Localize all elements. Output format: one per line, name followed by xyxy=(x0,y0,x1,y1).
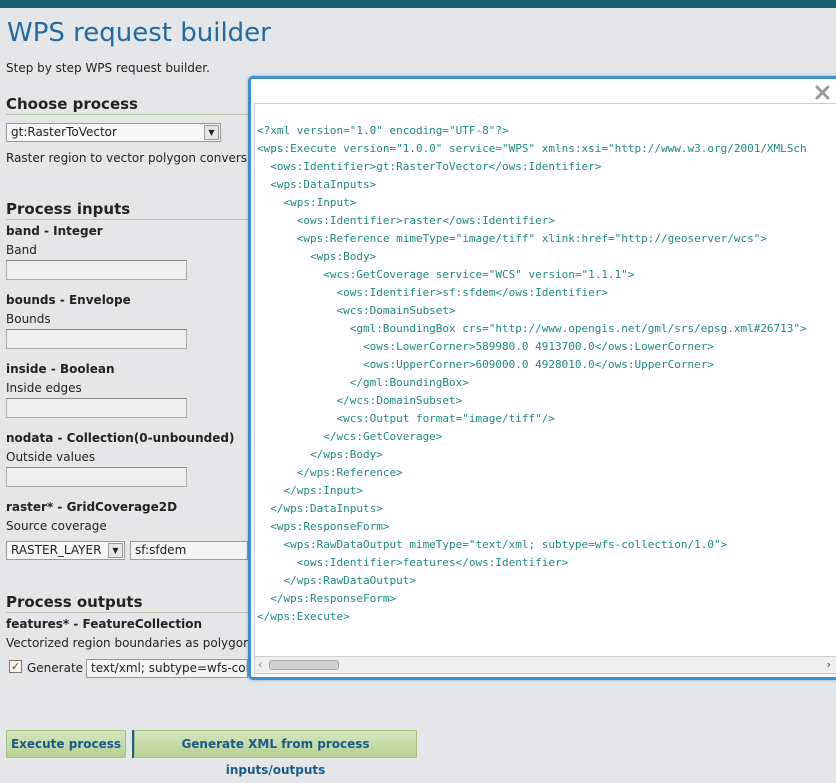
xml-line: </wps:Execute> xyxy=(257,610,350,623)
xml-dialog: <?xml version="1.0" encoding="UTF-8"?> <w… xyxy=(248,76,836,680)
xml-line: <wcs:GetCoverage service="WCS" version="… xyxy=(257,268,635,281)
xml-line: <wps:RawDataOutput mimeType="text/xml; s… xyxy=(257,538,728,551)
nodata-input[interactable] xyxy=(6,467,187,487)
xml-line: <ows:Identifier>gt:RasterToVector</ows:I… xyxy=(257,160,602,173)
xml-line: <wcs:Output format="image/tiff"/> xyxy=(257,412,556,425)
xml-line: <wcs:DomainSubset> xyxy=(257,304,456,317)
output-features-description: Vectorized region boundaries as polygon xyxy=(6,636,251,650)
inside-input[interactable] xyxy=(6,398,187,418)
xml-line: <wps:Reference mimeType="image/tiff" xli… xyxy=(257,232,767,245)
xml-line: <wps:Execute version="1.0.0" service="WP… xyxy=(257,142,807,155)
xml-line: </wps:Body> xyxy=(257,448,383,461)
horizontal-scrollbar[interactable]: ‹ › xyxy=(255,656,836,673)
xml-line: <?xml version="1.0" encoding="UTF-8"?> xyxy=(257,124,509,137)
input-raster-name: raster* - GridCoverage2D xyxy=(6,500,178,514)
process-select-value: gt:RasterToVector xyxy=(11,125,117,139)
output-features-name: features* - FeatureCollection xyxy=(6,617,202,631)
process-select[interactable]: gt:RasterToVector ▼ xyxy=(6,123,221,142)
raster-type-value: RASTER_LAYER xyxy=(11,543,102,557)
xml-code-area[interactable]: <?xml version="1.0" encoding="UTF-8"?> <w… xyxy=(254,103,836,674)
page-title: WPS request builder xyxy=(7,18,271,48)
output-mime-input[interactable]: text/xml; subtype=wfs-collection/1.0 xyxy=(86,659,248,678)
generate-label: Generate xyxy=(27,661,84,675)
chevron-down-icon: ▼ xyxy=(108,543,123,558)
execute-process-button[interactable]: Execute process xyxy=(6,730,126,758)
raster-type-select[interactable]: RASTER_LAYER ▼ xyxy=(6,541,125,560)
band-input[interactable] xyxy=(6,260,187,280)
xml-line: </wps:Reference> xyxy=(257,466,403,479)
xml-line: <gml:BoundingBox crs="http://www.opengis… xyxy=(257,322,807,335)
xml-line: </wps:RawDataOutput> xyxy=(257,574,416,587)
xml-line: <wps:DataInputs> xyxy=(257,178,377,191)
xml-line: <ows:Identifier>features</ows:Identifier… xyxy=(257,556,569,569)
scrollbar-thumb[interactable] xyxy=(269,660,339,670)
xml-line: </wps:Input> xyxy=(257,484,363,497)
close-icon[interactable] xyxy=(815,85,830,100)
xml-line: <wps:Body> xyxy=(257,250,377,263)
input-band-label: Band xyxy=(6,243,37,257)
xml-line: </gml:BoundingBox> xyxy=(257,376,469,389)
bounds-input[interactable] xyxy=(6,329,187,349)
xml-line: </wcs:GetCoverage> xyxy=(257,430,443,443)
generate-checkbox[interactable]: ✓ xyxy=(9,660,22,673)
xml-code: <?xml version="1.0" encoding="UTF-8"?> <w… xyxy=(257,122,807,626)
chevron-right-icon[interactable]: › xyxy=(827,658,831,671)
xml-line: </wps:DataInputs> xyxy=(257,502,383,515)
xml-line: </wcs:DomainSubset> xyxy=(257,394,463,407)
chevron-left-icon[interactable]: ‹ xyxy=(258,658,262,671)
choose-process-heading: Choose process xyxy=(6,95,248,115)
chevron-down-icon: ▼ xyxy=(204,125,219,140)
input-inside-label: Inside edges xyxy=(6,381,82,395)
xml-line: <ows:UpperCorner>609000.0 4928010.0</ows… xyxy=(257,358,714,371)
input-band-name: band - Integer xyxy=(6,224,103,238)
process-inputs-heading: Process inputs xyxy=(6,200,248,220)
input-inside-name: inside - Boolean xyxy=(6,362,115,376)
input-raster-label: Source coverage xyxy=(6,519,107,533)
generate-xml-button[interactable]: Generate XML from process inputs/outputs xyxy=(134,730,417,777)
xml-line: <wps:Input> xyxy=(257,196,357,209)
xml-line: <wps:ResponseForm> xyxy=(257,520,390,533)
xml-line: </wps:ResponseForm> xyxy=(257,592,397,605)
raster-value-input[interactable]: sf:sfdem xyxy=(130,541,248,560)
process-description: Raster region to vector polygon conversi… xyxy=(6,151,266,165)
input-bounds-label: Bounds xyxy=(6,312,51,326)
input-bounds-name: bounds - Envelope xyxy=(6,293,131,307)
input-nodata-label: Outside values xyxy=(6,450,96,464)
xml-line: <ows:Identifier>raster</ows:Identifier> xyxy=(257,214,556,227)
process-outputs-heading: Process outputs xyxy=(6,593,248,613)
page-subtitle: Step by step WPS request builder. xyxy=(6,61,210,75)
xml-line: <ows:Identifier>sf:sfdem</ows:Identifier… xyxy=(257,286,608,299)
xml-line: <ows:LowerCorner>589980.0 4913700.0</ows… xyxy=(257,340,714,353)
top-bar xyxy=(0,0,836,8)
input-nodata-name: nodata - Collection(0-unbounded) xyxy=(6,431,235,445)
